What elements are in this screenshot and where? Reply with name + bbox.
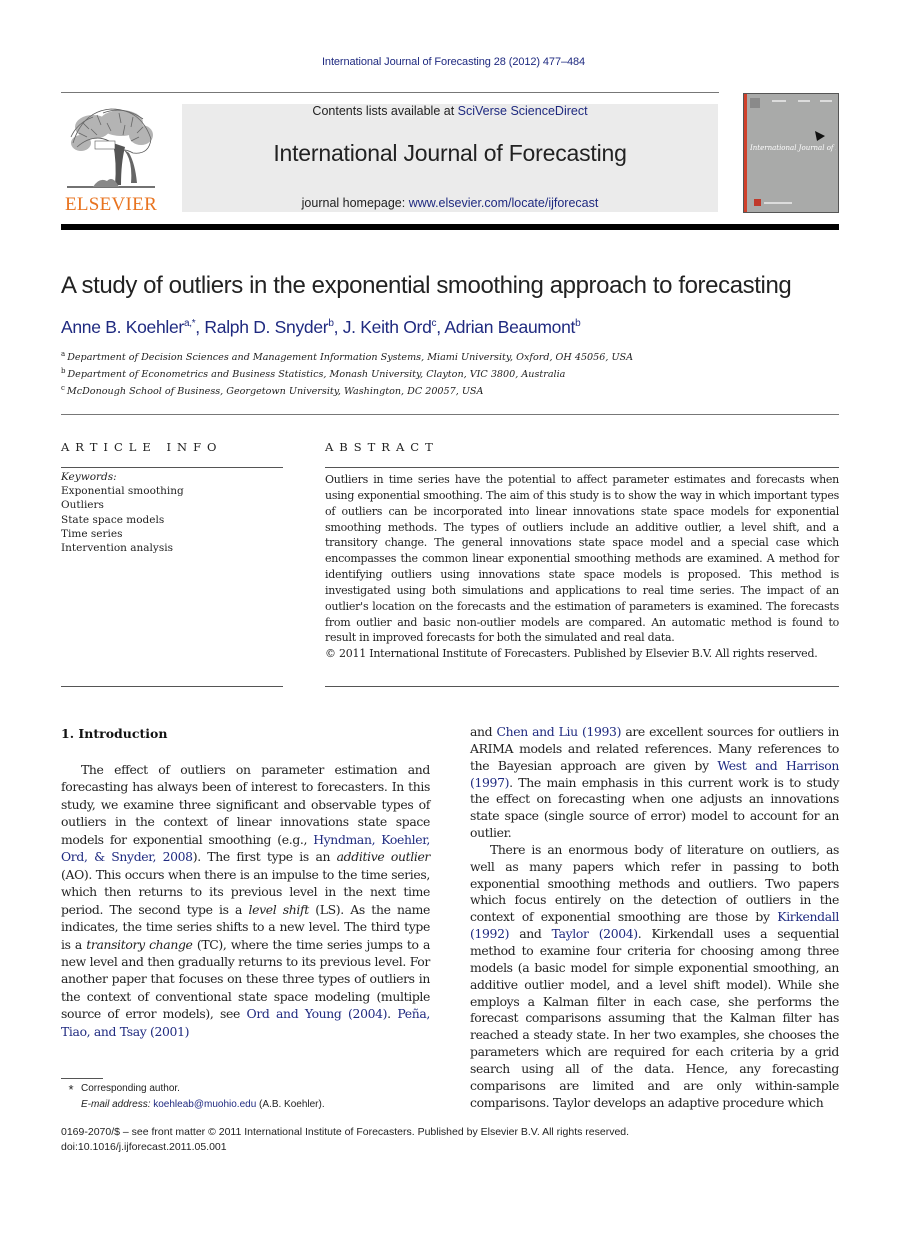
footnote-email: E-mail address: koehleab@muohio.edu (A.B… <box>81 1099 325 1110</box>
cover-header-icon <box>750 98 832 108</box>
author-link[interactable]: J. Keith Ordc <box>343 317 437 337</box>
citation-link[interactable]: Chen and Liu (1993) <box>497 724 622 739</box>
body-column-right: and Chen and Liu (1993) are excellent so… <box>470 724 839 1111</box>
contents-prefix: Contents lists available at <box>312 104 458 118</box>
email-link[interactable]: koehleab@muohio.edu <box>153 1099 256 1110</box>
cover-arrow-icon <box>815 131 825 141</box>
paragraph: The effect of outliers on parameter esti… <box>61 762 431 1039</box>
body-column-left: The effect of outliers on parameter esti… <box>61 761 430 1040</box>
keyword: Outliers <box>61 499 104 512</box>
keyword: Time series <box>61 527 123 540</box>
cover-publisher-icon <box>754 199 792 206</box>
elsevier-tree-icon <box>67 108 155 188</box>
affiliation: c McDonough School of Business, Georgetow… <box>61 384 484 397</box>
section-heading-introduction: 1. Introduction <box>61 726 168 741</box>
keyword: Exponential smoothing <box>61 485 184 498</box>
journal-cover-image[interactable]: International Journal of Forecasting <box>743 93 839 213</box>
affiliation: a Department of Decision Sciences and Man… <box>61 350 634 363</box>
abstract-divider <box>325 467 839 468</box>
homepage-prefix: journal homepage: <box>301 196 409 210</box>
journal-title: International Journal of Forecasting <box>273 140 627 166</box>
journal-homepage-link[interactable]: www.elsevier.com/locate/ijforecast <box>409 196 599 210</box>
cover-title: International Journal of Forecasting <box>750 144 836 152</box>
citation-link[interactable]: Ord and Young (2004) <box>247 1006 388 1021</box>
abstract-heading: ABSTRACT <box>325 440 439 454</box>
citation-link[interactable]: Taylor (2004) <box>552 926 639 941</box>
cover-spine <box>744 94 747 212</box>
article-info-divider <box>61 467 283 468</box>
header-top-rule <box>61 92 719 93</box>
journal-homepage-line: journal homepage: www.elsevier.com/locat… <box>182 196 718 210</box>
abstract-text: Outliers in time series have the potenti… <box>325 473 839 645</box>
paragraph: and Chen and Liu (1993) are excellent so… <box>470 724 839 841</box>
elsevier-logo[interactable]: ELSEVIER <box>61 103 161 215</box>
paragraph: There is an enormous body of literature … <box>470 841 839 1110</box>
article-info-heading: ARTICLE INFO <box>61 440 223 454</box>
email-label: E-mail address: <box>81 1099 151 1110</box>
doi-link[interactable]: doi:10.1016/j.ijforecast.2011.05.001 <box>61 1141 227 1153</box>
abstract-copyright: © 2011 International Institute of Foreca… <box>325 647 818 661</box>
keyword: State space models <box>61 513 165 526</box>
elsevier-wordmark: ELSEVIER <box>64 194 158 215</box>
footnote-divider <box>61 1078 103 1079</box>
keywords-list: Keywords: Exponential smoothing Outliers… <box>61 470 283 555</box>
affiliation-divider <box>61 414 839 415</box>
sciencedirect-link[interactable]: SciVerse ScienceDirect <box>458 104 588 118</box>
keywords-label: Keywords: <box>61 471 117 483</box>
footnote-corresponding-author: * Corresponding author. <box>61 1082 180 1097</box>
header-thick-rule <box>61 224 839 230</box>
author-list: Anne B. Koehlera,*, Ralph D. Snyderb, J.… <box>61 317 581 337</box>
abstract-bottom-divider <box>325 686 839 687</box>
author-link[interactable]: Adrian Beaumontb <box>444 317 580 337</box>
issn-copyright-line: 0169-2070/$ – see front matter © 2011 In… <box>61 1126 630 1138</box>
journal-citation-link[interactable]: International Journal of Forecasting 28 … <box>0 56 907 68</box>
footnote-star-mark: * <box>68 1082 74 1097</box>
author-link[interactable]: Ralph D. Snyderb <box>204 317 333 337</box>
contents-available-line: Contents lists available at SciVerse Sci… <box>182 104 718 118</box>
article-title: A study of outliers in the exponential s… <box>61 272 792 299</box>
abstract-body: Outliers in time series have the potenti… <box>325 472 839 662</box>
keyword: Intervention analysis <box>61 542 173 555</box>
article-info-bottom-divider <box>61 686 283 687</box>
affiliation: b Department of Econometrics and Business… <box>61 367 566 380</box>
author-link[interactable]: Anne B. Koehlera,* <box>61 317 196 337</box>
